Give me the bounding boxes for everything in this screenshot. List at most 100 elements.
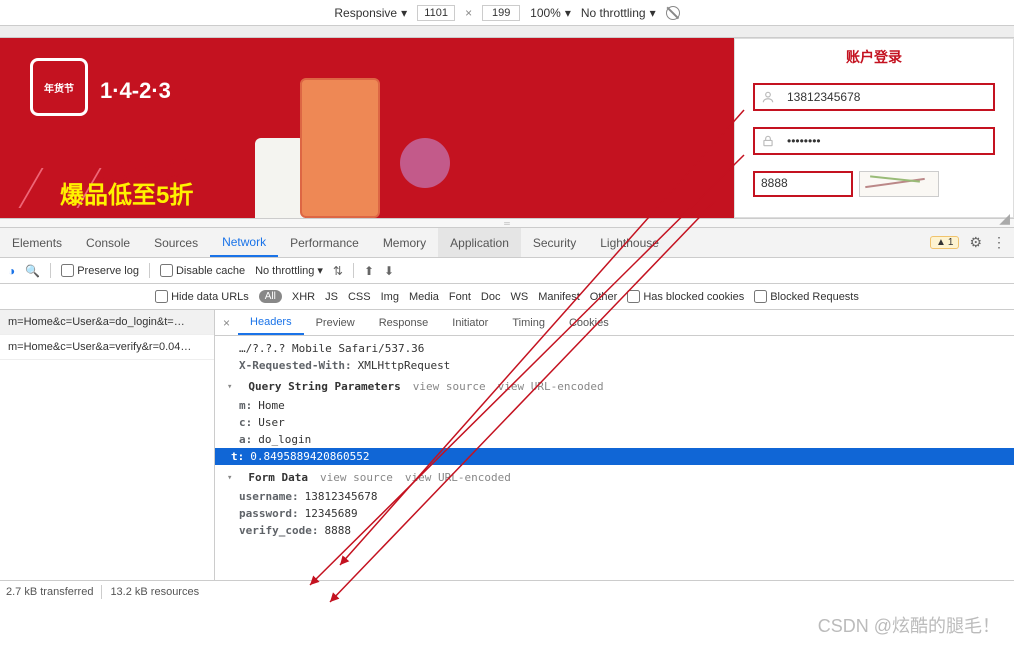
form-verify-code: verify_code:8888 <box>223 522 1006 539</box>
password-input[interactable]: •••••••• <box>781 132 993 150</box>
viewport-width-input[interactable]: 1101 <box>417 5 455 21</box>
responsive-mode-select[interactable]: Responsive ▾ <box>334 6 407 20</box>
request-detail: × Headers Preview Response Initiator Tim… <box>215 310 1014 580</box>
disable-cache-checkbox[interactable]: Disable cache <box>160 264 245 277</box>
ruler-bar <box>0 26 1014 38</box>
qsp-a: a:do_login <box>223 431 1006 448</box>
detail-tabs: × Headers Preview Response Initiator Tim… <box>215 310 1014 336</box>
detail-tab-cookies[interactable]: Cookies <box>557 310 621 335</box>
login-title: 账户登录 <box>753 47 995 67</box>
filter-ws[interactable]: WS <box>510 291 528 303</box>
more-icon[interactable]: ⋮ <box>992 234 1006 251</box>
header-ua-value: …/?.?.? Mobile Safari/537.36 <box>239 342 424 355</box>
tab-elements[interactable]: Elements <box>0 228 74 257</box>
header-row-ua: …/?.?.? Mobile Safari/537.36 <box>223 340 1006 357</box>
banner-product-dryer <box>400 138 450 188</box>
filter-doc[interactable]: Doc <box>481 291 501 303</box>
username-field-highlight: 13812345678 <box>753 83 995 111</box>
zoom-select[interactable]: 100% ▾ <box>530 6 571 20</box>
status-resources: 13.2 kB resources <box>110 586 199 598</box>
gear-icon[interactable]: ⚙ <box>969 234 982 251</box>
filter-font[interactable]: Font <box>449 291 471 303</box>
filter-xhr[interactable]: XHR <box>292 291 315 303</box>
disable-cache-label: Disable cache <box>176 265 245 277</box>
detail-tab-response[interactable]: Response <box>367 310 441 335</box>
dropdown-icon: ▾ <box>565 6 571 20</box>
detail-tab-preview[interactable]: Preview <box>304 310 367 335</box>
section-query-string[interactable]: Query String Parameters view source view… <box>223 374 1006 397</box>
qsp-c: c:User <box>223 414 1006 431</box>
hide-data-urls-checkbox[interactable]: Hide data URLs <box>155 290 249 303</box>
header-row-xrequested: X-Requested-With: XMLHttpRequest <box>223 357 1006 374</box>
header-key: X-Requested-With: <box>239 359 352 372</box>
view-url-encoded-link[interactable]: view URL-encoded <box>405 471 511 484</box>
banner-logo: 年货节 <box>30 58 88 116</box>
detail-tab-timing[interactable]: Timing <box>500 310 557 335</box>
viewport-height-input[interactable]: 199 <box>482 5 520 21</box>
detail-tab-headers[interactable]: Headers <box>238 310 304 335</box>
filter-media[interactable]: Media <box>409 291 439 303</box>
tab-console[interactable]: Console <box>74 228 142 257</box>
search-icon[interactable]: 🔍 <box>25 264 40 278</box>
tab-performance[interactable]: Performance <box>278 228 371 257</box>
tab-memory[interactable]: Memory <box>371 228 438 257</box>
view-url-encoded-link[interactable]: view URL-encoded <box>498 380 604 393</box>
dropdown-icon: ▾ <box>650 6 656 20</box>
filter-other[interactable]: Other <box>590 291 618 303</box>
banner-product-ac <box>255 138 305 218</box>
network-main: m=Home&c=User&a=do_login&t=… m=Home&c=Us… <box>0 310 1014 580</box>
toolbar-divider <box>353 263 354 278</box>
rotate-icon[interactable] <box>666 6 680 20</box>
username-input[interactable]: 13812345678 <box>781 88 993 106</box>
tab-sources[interactable]: Sources <box>142 228 210 257</box>
section-form-data[interactable]: Form Data view source view URL-encoded <box>223 465 1006 488</box>
close-detail-icon[interactable]: × <box>215 316 238 330</box>
filter-js[interactable]: JS <box>325 291 338 303</box>
captcha-image[interactable] <box>859 171 939 197</box>
qsp-t-highlighted: t:0.8495889420860552 <box>215 448 1014 465</box>
stop-record-icon[interactable]: ◑ <box>8 264 15 278</box>
toolbar-divider <box>50 263 51 278</box>
network-status-bar: 2.7 kB transferred 13.2 kB resources <box>0 580 1014 602</box>
filter-manifest[interactable]: Manifest <box>538 291 580 303</box>
tab-security[interactable]: Security <box>521 228 588 257</box>
wifi-icon[interactable]: ⇅ <box>333 264 343 278</box>
tab-lighthouse[interactable]: Lighthouse <box>588 228 671 257</box>
has-blocked-cookies-checkbox[interactable]: Has blocked cookies <box>627 290 744 303</box>
upload-icon[interactable]: ⬆ <box>364 264 374 278</box>
filter-all[interactable]: All <box>259 290 282 303</box>
view-source-link[interactable]: view source <box>320 471 393 484</box>
request-row[interactable]: m=Home&c=User&a=do_login&t=… <box>0 310 214 335</box>
view-source-link[interactable]: view source <box>413 380 486 393</box>
request-row[interactable]: m=Home&c=User&a=verify&r=0.04… <box>0 335 214 360</box>
tab-network[interactable]: Network <box>210 228 278 257</box>
has-blocked-label: Has blocked cookies <box>643 291 744 303</box>
download-icon[interactable]: ⬇ <box>384 264 394 278</box>
filter-img[interactable]: Img <box>381 291 399 303</box>
form-username: username:13812345678 <box>223 488 1006 505</box>
status-divider <box>101 585 102 599</box>
throttle-label: No throttling <box>581 6 646 20</box>
detail-tab-initiator[interactable]: Initiator <box>440 310 500 335</box>
throttle-select[interactable]: No throttling ▾ <box>581 6 656 20</box>
blocked-requests-checkbox[interactable]: Blocked Requests <box>754 290 859 303</box>
banner-product-fridge <box>300 78 380 218</box>
captcha-input[interactable]: 8888 <box>753 171 853 197</box>
throttling-label: No throttling <box>255 265 314 277</box>
header-value: XMLHttpRequest <box>358 359 451 372</box>
tab-application[interactable]: Application <box>438 228 521 257</box>
person-icon <box>755 90 781 104</box>
warnings-badge[interactable]: ▲ 1 <box>930 236 959 249</box>
banner-date: 1·4-2·3 <box>100 78 171 104</box>
device-toolbar: Responsive ▾ 1101 × 199 100% ▾ No thrott… <box>0 0 1014 26</box>
lock-icon <box>755 134 781 148</box>
throttling-select[interactable]: No throttling ▾ <box>255 264 323 277</box>
preserve-log-label: Preserve log <box>77 265 139 277</box>
resize-corner-icon[interactable]: ◢ <box>999 210 1010 227</box>
devtools-drag-handle[interactable]: ◢ <box>0 218 1014 228</box>
hide-data-urls-label: Hide data URLs <box>171 291 249 303</box>
password-field-highlight: •••••••• <box>753 127 995 155</box>
filter-css[interactable]: CSS <box>348 291 371 303</box>
preserve-log-checkbox[interactable]: Preserve log <box>61 264 139 277</box>
dropdown-icon: ▾ <box>401 6 407 20</box>
